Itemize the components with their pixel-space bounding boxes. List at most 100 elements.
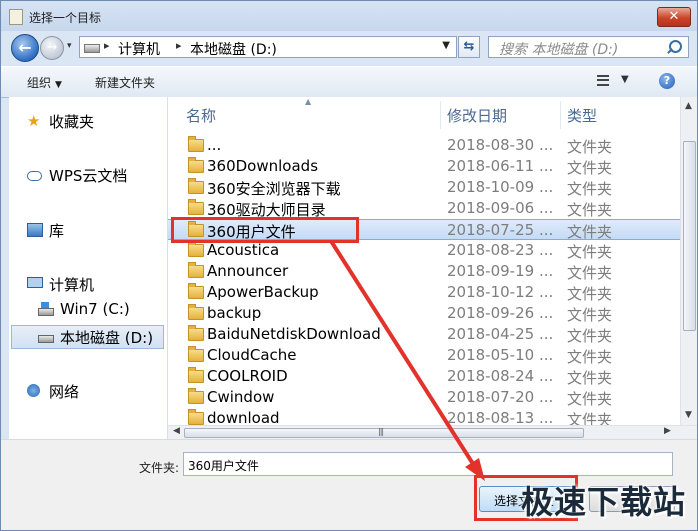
- command-toolbar: 组织 ▼ 新建文件夹 ▼ ?: [1, 66, 697, 98]
- file-row[interactable]: 360安全浏览器下载 2018-10-09 ... 文件夹: [168, 177, 680, 198]
- folder-icon: [188, 325, 204, 341]
- drive-icon: [84, 44, 100, 53]
- folder-icon: [188, 262, 204, 278]
- folder-icon: [188, 178, 204, 194]
- folder-icon: [188, 283, 204, 299]
- file-list: ▲ 名称 修改日期 类型 ... 2018-08-30 ... 文件夹 360Down…: [168, 97, 680, 429]
- vertical-scrollbar[interactable]: ▲ ▼: [680, 97, 697, 425]
- file-date: 2018-08-23 ...: [447, 241, 554, 259]
- file-type: 文件夹: [567, 390, 613, 408]
- column-divider[interactable]: [560, 101, 561, 129]
- file-dialog-window: 选择一个目标 ✕ ← → ▾ ▸ 计算机 ▸ 本地磁盘 (D:) ▼ ⇆ 搜索 …: [0, 0, 698, 531]
- scroll-right-icon[interactable]: ▶: [664, 426, 671, 436]
- file-row[interactable]: ApowerBackup 2018-10-12 ... 文件夹: [168, 282, 680, 303]
- file-type: 文件夹: [567, 348, 613, 366]
- file-type: 文件夹: [567, 201, 613, 219]
- file-type: 文件夹: [567, 138, 613, 156]
- title-bar: 选择一个目标 ✕: [1, 1, 697, 31]
- file-name: ApowerBackup: [207, 283, 319, 301]
- library-icon: [27, 223, 43, 237]
- breadcrumb-separator[interactable]: ▸: [104, 39, 110, 52]
- scroll-thumb[interactable]: |||: [184, 427, 584, 438]
- folder-label: 文件夹:: [139, 461, 180, 475]
- drive-icon: [38, 335, 54, 343]
- file-type: 文件夹: [567, 159, 613, 177]
- file-row[interactable]: 360Downloads 2018-06-11 ... 文件夹: [168, 156, 680, 177]
- folder-icon: [188, 388, 204, 404]
- cloud-icon: [27, 171, 42, 181]
- file-row[interactable]: Cwindow 2018-07-20 ... 文件夹: [168, 387, 680, 408]
- breadcrumb-separator[interactable]: ▸: [176, 39, 182, 52]
- column-header-name[interactable]: 名称: [186, 105, 216, 135]
- file-type: 文件夹: [567, 327, 613, 345]
- address-bar[interactable]: ▸ 计算机 ▸ 本地磁盘 (D:) ▼: [79, 36, 457, 58]
- file-date: 2018-10-09 ...: [447, 178, 554, 196]
- search-icon[interactable]: [669, 40, 682, 53]
- column-divider[interactable]: [440, 101, 441, 129]
- file-name: Acoustica: [207, 241, 280, 259]
- file-row[interactable]: COOLROID 2018-08-24 ... 文件夹: [168, 366, 680, 387]
- folder-icon: [188, 136, 204, 152]
- folder-icon: [188, 199, 204, 215]
- dialog-icon: [9, 9, 23, 25]
- scroll-left-icon[interactable]: ◀: [173, 426, 180, 436]
- folder-icon: [188, 409, 204, 425]
- file-row[interactable]: CloudCache 2018-05-10 ... 文件夹: [168, 345, 680, 366]
- history-dropdown-icon[interactable]: ▾: [67, 41, 77, 51]
- search-input[interactable]: 搜索 本地磁盘 (D:): [488, 36, 689, 58]
- view-options-icon[interactable]: [597, 75, 609, 86]
- file-row[interactable]: 360驱动大师目录 2018-09-06 ... 文件夹: [168, 198, 680, 219]
- file-name: Cwindow: [207, 388, 275, 406]
- help-button[interactable]: ?: [659, 73, 675, 89]
- organize-menu-button[interactable]: 组织 ▼: [27, 74, 62, 91]
- file-name: COOLROID: [207, 367, 288, 385]
- file-type: 文件夹: [567, 264, 613, 282]
- star-icon: ★: [27, 112, 41, 130]
- file-name: 360Downloads: [207, 157, 319, 175]
- file-date: 2018-09-26 ...: [447, 304, 554, 322]
- file-row[interactable]: BaiduNetdiskDownload 2018-04-25 ... 文件夹: [168, 324, 680, 345]
- folder-icon: [188, 346, 204, 362]
- search-placeholder: 搜索 本地磁盘 (D:): [499, 42, 619, 58]
- new-folder-button[interactable]: 新建文件夹: [95, 74, 155, 91]
- close-button[interactable]: ✕: [657, 7, 691, 27]
- file-date: 2018-07-25 ...: [447, 221, 554, 239]
- folder-name-field[interactable]: 360用户文件: [183, 452, 673, 476]
- horizontal-scrollbar[interactable]: ◀ ||| ▶: [168, 425, 697, 440]
- file-row[interactable]: backup 2018-09-26 ... 文件夹: [168, 303, 680, 324]
- navigation-pane: ★ 收藏夹 WPS云文档 库 计算机 Win7 (C:) 本地磁盘 (D:) 网…: [9, 97, 168, 439]
- scroll-down-icon[interactable]: ▼: [685, 410, 692, 420]
- folder-icon: [188, 367, 204, 383]
- breadcrumb-drive-d[interactable]: 本地磁盘 (D:): [190, 39, 277, 59]
- back-button[interactable]: ←: [11, 34, 39, 62]
- sort-arrow-icon: ▲: [305, 97, 312, 106]
- file-date: 2018-05-10 ...: [447, 346, 554, 364]
- file-name: ...: [207, 136, 222, 154]
- folder-icon: [188, 241, 204, 257]
- file-row[interactable]: Acoustica 2018-08-23 ... 文件夹: [168, 240, 680, 261]
- file-type: 文件夹: [567, 285, 613, 303]
- file-name: Announcer: [207, 262, 289, 280]
- column-header-type[interactable]: 类型: [567, 105, 597, 135]
- annotation-highlight-folder: [171, 217, 359, 243]
- chevron-down-icon[interactable]: ▼: [442, 40, 450, 51]
- scroll-up-icon[interactable]: ▲: [685, 101, 692, 111]
- file-row[interactable]: Announcer 2018-09-19 ... 文件夹: [168, 261, 680, 282]
- network-icon: [27, 384, 40, 397]
- watermark-text: 极速下载站: [521, 483, 687, 521]
- column-header-date[interactable]: 修改日期: [447, 105, 507, 135]
- file-date: 2018-04-25 ...: [447, 325, 554, 343]
- forward-button[interactable]: →: [40, 36, 64, 60]
- file-date: 2018-08-30 ...: [447, 136, 554, 154]
- scroll-thumb[interactable]: [683, 141, 696, 331]
- file-name: backup: [207, 304, 262, 322]
- file-type: 文件夹: [567, 243, 613, 261]
- folder-icon: [188, 157, 204, 173]
- refresh-button[interactable]: ⇆: [458, 36, 480, 58]
- view-dropdown-icon[interactable]: ▼: [621, 74, 629, 85]
- file-row[interactable]: ... 2018-08-30 ... 文件夹: [168, 135, 680, 156]
- file-date: 2018-10-12 ...: [447, 283, 554, 301]
- breadcrumb-computer[interactable]: 计算机: [118, 39, 160, 59]
- file-date: 2018-08-24 ...: [447, 367, 554, 385]
- grip-icon: |||: [378, 427, 384, 436]
